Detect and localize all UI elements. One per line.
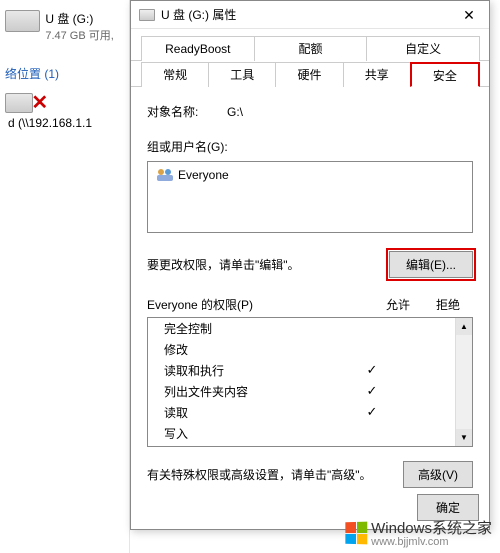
left-panel: U 盘 (G:) 7.47 GB 可用, 络位置 (1) ✕ d (\\192.… bbox=[0, 0, 130, 553]
permissions-listbox: 完全控制 修改 读取和执行 ✓ 列出文件夹内容 ✓ 读取 ✓ 写入 ▲ ▼ bbox=[147, 317, 473, 447]
permission-allow-check bbox=[347, 425, 397, 442]
permission-name: 写入 bbox=[156, 425, 347, 442]
advanced-hint-text: 有关特殊权限或高级设置，请单击"高级"。 bbox=[147, 466, 403, 483]
permission-allow-check bbox=[347, 341, 397, 358]
network-section-label: 络位置 (1) bbox=[0, 62, 64, 85]
scrollbar[interactable]: ▲ ▼ bbox=[455, 318, 472, 446]
permission-allow-check: ✓ bbox=[347, 404, 397, 421]
titlebar[interactable]: U 盘 (G:) 属性 ✕ bbox=[131, 1, 489, 29]
permission-deny-check bbox=[397, 320, 447, 337]
object-name-label: 对象名称: bbox=[147, 103, 207, 120]
permission-allow-check bbox=[347, 320, 397, 337]
close-button[interactable]: ✕ bbox=[449, 1, 489, 29]
drive-name: U 盘 (G:) bbox=[45, 10, 113, 27]
permission-deny-check bbox=[397, 341, 447, 358]
permission-deny-check bbox=[397, 383, 447, 400]
edit-button[interactable]: 编辑(E)... bbox=[389, 251, 473, 278]
watermark: Windows系统之家 www.bjjmlv.com bbox=[345, 517, 492, 548]
permission-name: 完全控制 bbox=[156, 320, 347, 337]
permission-allow-check: ✓ bbox=[347, 383, 397, 400]
scroll-up-icon[interactable]: ▲ bbox=[456, 318, 472, 335]
users-listbox[interactable]: Everyone bbox=[147, 161, 473, 233]
tabs-row-1: ReadyBoost 配额 自定义 bbox=[131, 35, 489, 61]
network-drive-icon bbox=[5, 93, 33, 113]
tab-general[interactable]: 常规 bbox=[141, 62, 209, 87]
permission-allow-check: ✓ bbox=[347, 362, 397, 379]
users-group-icon bbox=[156, 168, 174, 182]
permission-deny-check bbox=[397, 404, 447, 421]
scroll-down-icon[interactable]: ▼ bbox=[456, 429, 472, 446]
drive-icon bbox=[139, 9, 155, 21]
tab-security[interactable]: 安全 bbox=[410, 62, 480, 87]
watermark-url: www.bjjmlv.com bbox=[371, 536, 492, 548]
tab-tools[interactable]: 工具 bbox=[208, 62, 276, 87]
object-name-value: G:\ bbox=[227, 105, 243, 119]
disconnected-icon: ✕ bbox=[31, 90, 48, 115]
user-name: Everyone bbox=[178, 168, 229, 182]
permission-row[interactable]: 读取和执行 ✓ bbox=[148, 360, 472, 381]
watermark-sub: 系统之家 bbox=[432, 520, 492, 537]
properties-dialog: U 盘 (G:) 属性 ✕ ReadyBoost 配额 自定义 常规 工具 硬件… bbox=[130, 0, 490, 530]
permission-deny-check bbox=[397, 425, 447, 442]
advanced-button[interactable]: 高级(V) bbox=[403, 461, 473, 488]
edit-hint-text: 要更改权限，请单击"编辑"。 bbox=[147, 256, 389, 273]
network-drive-item[interactable]: ✕ d (\\192.168.1.1 bbox=[5, 90, 129, 130]
user-row[interactable]: Everyone bbox=[152, 166, 468, 184]
tab-customize[interactable]: 自定义 bbox=[366, 36, 480, 61]
permission-row[interactable]: 写入 bbox=[148, 423, 472, 444]
allow-header: 允许 bbox=[373, 296, 423, 313]
dialog-title: U 盘 (G:) 属性 bbox=[161, 6, 449, 23]
permission-name: 读取和执行 bbox=[156, 362, 347, 379]
security-pane: 对象名称: G:\ 组或用户名(G): Everyone 要更改权限，请单击"编… bbox=[131, 87, 489, 504]
permissions-title: Everyone 的权限(P) bbox=[147, 296, 373, 313]
tab-sharing[interactable]: 共享 bbox=[343, 62, 411, 87]
tab-hardware[interactable]: 硬件 bbox=[275, 62, 343, 87]
permission-row[interactable]: 完全控制 bbox=[148, 318, 472, 339]
drive-item[interactable]: U 盘 (G:) 7.47 GB 可用, bbox=[5, 10, 125, 43]
permission-name: 读取 bbox=[156, 404, 347, 421]
windows-logo-icon bbox=[345, 521, 367, 544]
permission-row[interactable]: 列出文件夹内容 ✓ bbox=[148, 381, 472, 402]
permission-deny-check bbox=[397, 362, 447, 379]
permission-name: 修改 bbox=[156, 341, 347, 358]
deny-header: 拒绝 bbox=[423, 296, 473, 313]
usb-drive-icon bbox=[5, 10, 40, 32]
tab-readyboost[interactable]: ReadyBoost bbox=[141, 36, 255, 61]
tab-quota[interactable]: 配额 bbox=[254, 36, 368, 61]
tabs-row-2: 常规 工具 硬件 共享 安全 bbox=[131, 61, 489, 87]
permission-row[interactable]: 修改 bbox=[148, 339, 472, 360]
network-drive-name: d (\\192.168.1.1 bbox=[8, 116, 92, 130]
permission-row[interactable]: 读取 ✓ bbox=[148, 402, 472, 423]
group-users-label: 组或用户名(G): bbox=[147, 138, 473, 155]
watermark-main: Windows bbox=[371, 520, 432, 537]
drive-size: 7.47 GB 可用, bbox=[45, 27, 113, 43]
permission-name: 列出文件夹内容 bbox=[156, 383, 347, 400]
